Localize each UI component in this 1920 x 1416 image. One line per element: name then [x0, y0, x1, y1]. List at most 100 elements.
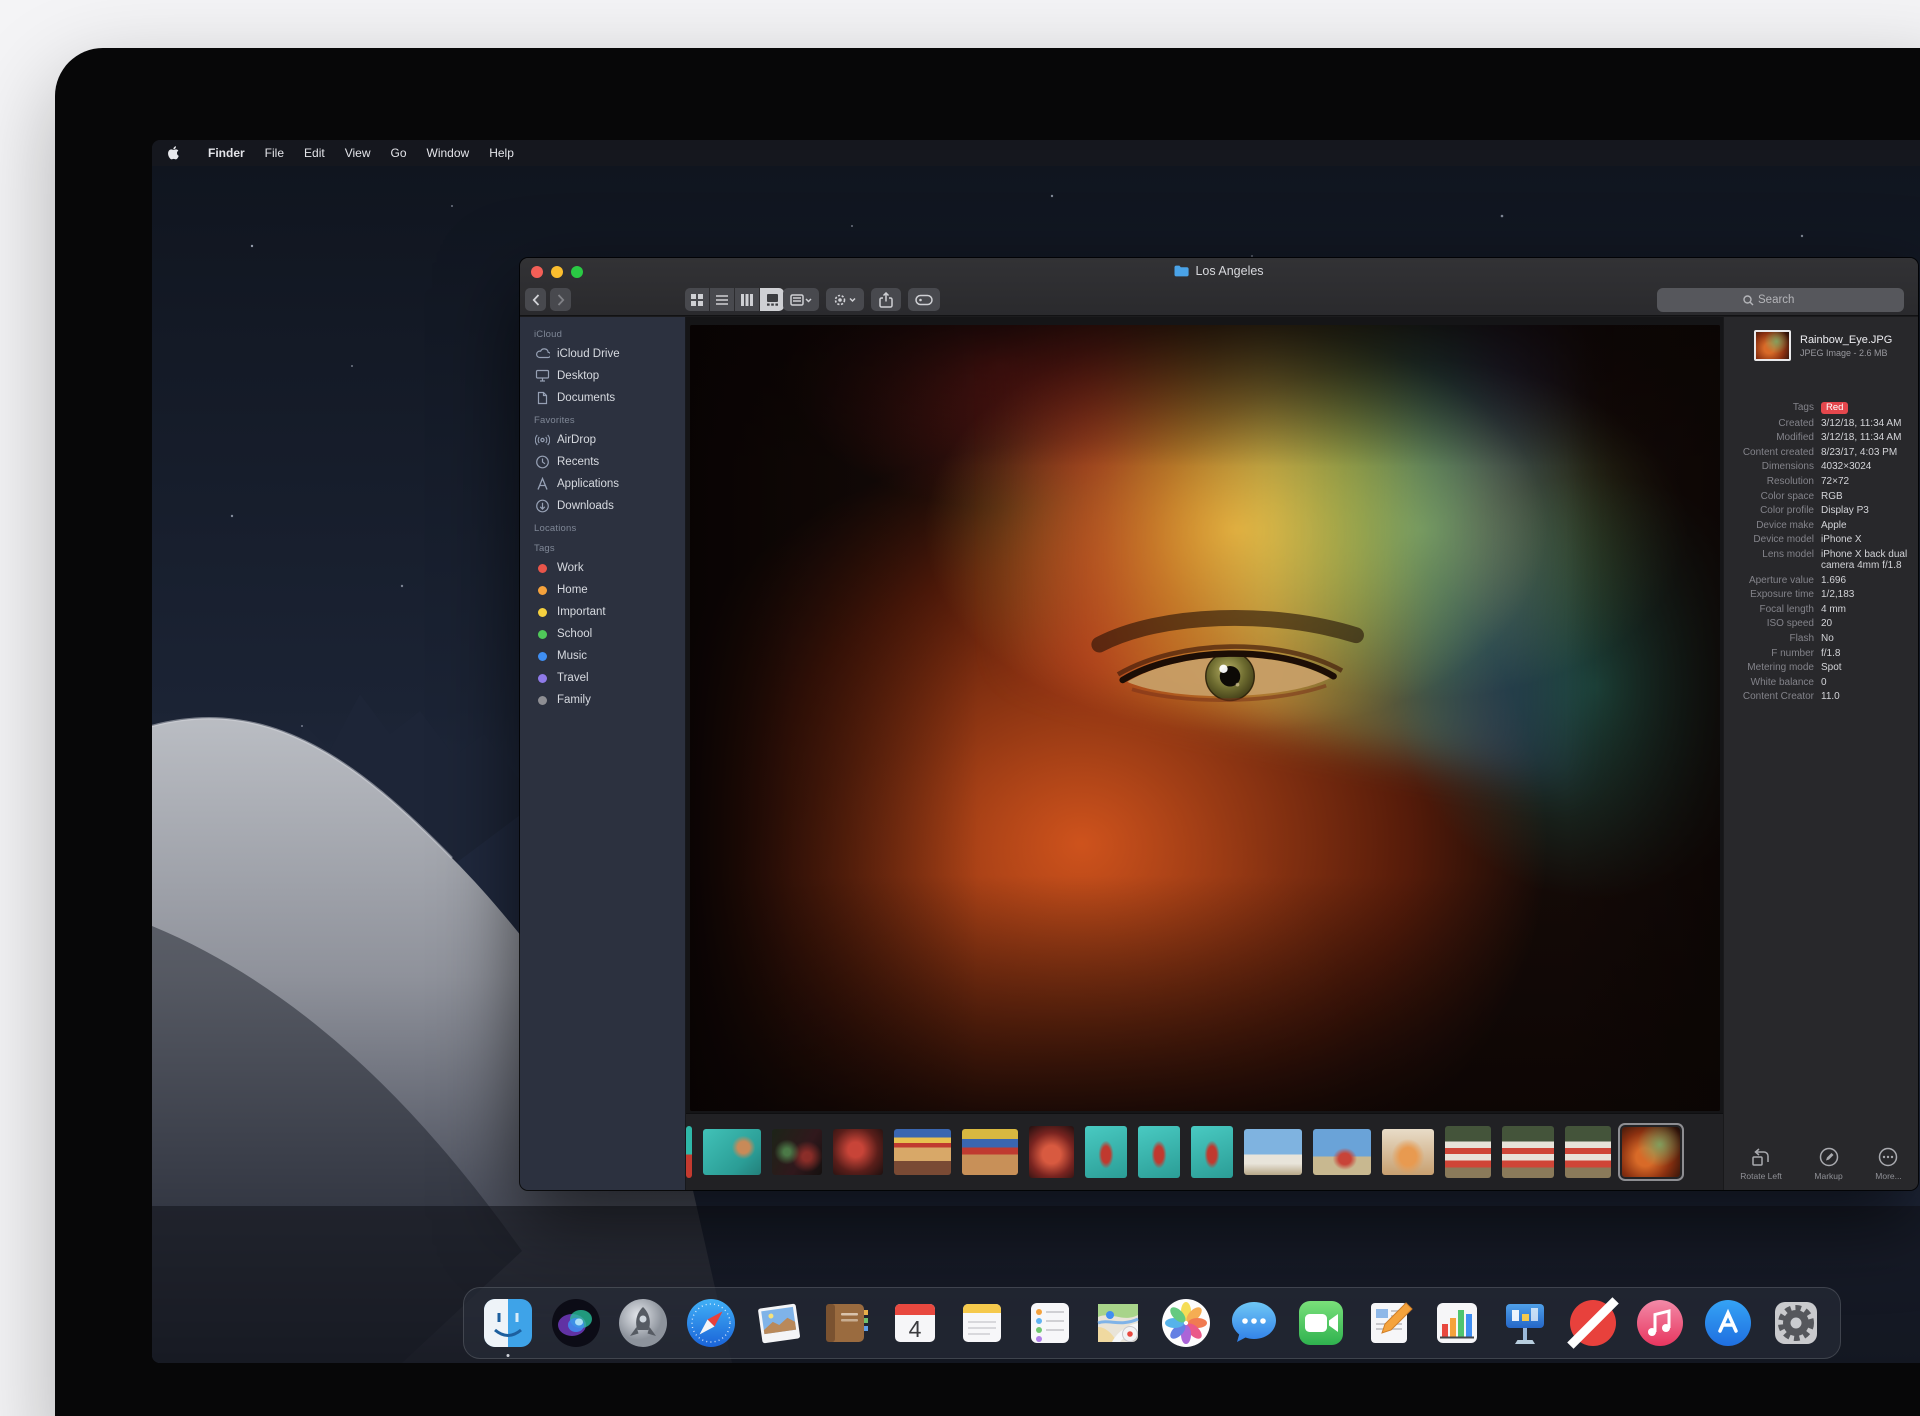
action-more[interactable]: More... [1875, 1146, 1901, 1181]
apple-logo-icon[interactable] [167, 145, 180, 161]
dock-item-itunes[interactable] [1632, 1295, 1688, 1351]
dock-item-notes[interactable] [954, 1295, 1010, 1351]
action-rotate-left[interactable]: Rotate Left [1740, 1146, 1782, 1181]
dock-item-finder[interactable] [480, 1295, 536, 1351]
dock-item-launchpad[interactable] [615, 1295, 671, 1351]
dock-item-contacts[interactable] [819, 1295, 875, 1351]
action-gear-button[interactable] [826, 288, 864, 311]
finder-icon [481, 1296, 535, 1350]
meta-value-dimensions: 4032×3024 [1821, 461, 1914, 472]
menu-view[interactable]: View [335, 146, 381, 160]
meta-value-tags: Red [1821, 402, 1914, 414]
dock-item-siri[interactable] [548, 1295, 604, 1351]
menu-edit[interactable]: Edit [294, 146, 335, 160]
menu-window[interactable]: Window [417, 146, 480, 160]
dock-item-photos[interactable] [1158, 1295, 1214, 1351]
sidebar-item-recents[interactable]: Recents [520, 451, 685, 473]
sidebar-item-label: Recents [557, 456, 599, 468]
window-header[interactable]: Los Angeles [520, 258, 1918, 316]
sidebar-item-music[interactable]: Music [520, 645, 685, 667]
menu-file[interactable]: File [255, 146, 294, 160]
thumbnail[interactable] [962, 1129, 1018, 1175]
search-field[interactable] [1657, 288, 1904, 312]
sidebar-item-documents[interactable]: Documents [520, 387, 685, 409]
sidebar-item-important[interactable]: Important [520, 601, 685, 623]
sidebar-item-icloud-drive[interactable]: iCloud Drive [520, 343, 685, 365]
share-button[interactable] [871, 288, 901, 311]
dock-item-calendar[interactable]: 4 [887, 1295, 943, 1351]
view-gallery-button[interactable] [760, 288, 784, 311]
group-button[interactable] [783, 288, 819, 311]
dock-item-pages[interactable] [1361, 1295, 1417, 1351]
dock-item-messages[interactable] [1226, 1295, 1282, 1351]
dock-item-app-store[interactable] [1700, 1295, 1756, 1351]
thumbnail[interactable] [1502, 1126, 1554, 1178]
thumbnail[interactable] [1085, 1126, 1127, 1178]
sidebar-item-school[interactable]: School [520, 623, 685, 645]
clock-icon [535, 455, 550, 469]
thumbnail[interactable] [1029, 1126, 1074, 1178]
view-list-button[interactable] [710, 288, 734, 311]
menu-help[interactable]: Help [479, 146, 524, 160]
tag-badge[interactable]: Red [1821, 402, 1848, 414]
thumbnail[interactable] [686, 1126, 692, 1178]
thumbnail[interactable] [1445, 1126, 1491, 1178]
dock-item-facetime[interactable] [1293, 1295, 1349, 1351]
menu-go[interactable]: Go [381, 146, 417, 160]
thumbnail[interactable] [833, 1129, 883, 1175]
thumbnail[interactable] [1191, 1126, 1233, 1178]
thumbnail-selected[interactable] [1622, 1127, 1680, 1177]
thumbnail[interactable] [1244, 1129, 1302, 1175]
menu-finder[interactable]: Finder [198, 146, 255, 160]
thumbnail[interactable] [894, 1129, 951, 1175]
dock-item-maps[interactable] [1090, 1295, 1146, 1351]
meta-label-modified: Modified [1724, 432, 1814, 443]
back-button[interactable] [525, 288, 546, 311]
sidebar-item-applications[interactable]: Applications [520, 473, 685, 495]
thumbnail[interactable] [772, 1129, 822, 1175]
messages-icon [1227, 1296, 1281, 1350]
sidebar-item-label: School [557, 628, 592, 640]
gallery-preview-image[interactable] [690, 325, 1720, 1111]
cloud-icon [535, 347, 550, 361]
sidebar-item-family[interactable]: Family [520, 689, 685, 711]
file-info: JPEG Image - 2.6 MB [1800, 348, 1892, 358]
sidebar-item-desktop[interactable]: Desktop [520, 365, 685, 387]
dock-item-reminders[interactable] [1022, 1295, 1078, 1351]
thumbnail[interactable] [703, 1129, 761, 1175]
forward-button[interactable] [550, 288, 571, 311]
meta-value-flash: No [1821, 633, 1914, 644]
window-title: Los Angeles [1195, 264, 1263, 278]
view-icon-button[interactable] [685, 288, 709, 311]
maps-icon [1091, 1296, 1145, 1350]
action-markup[interactable]: Markup [1814, 1146, 1842, 1181]
dock-item-keynote[interactable] [1497, 1295, 1553, 1351]
dock-item-system-preferences[interactable] [1768, 1295, 1824, 1351]
dock-item-safari[interactable] [683, 1295, 739, 1351]
news-icon [1566, 1296, 1620, 1350]
sidebar-item-airdrop[interactable]: AirDrop [520, 429, 685, 451]
dock-item-news[interactable] [1565, 1295, 1621, 1351]
dock-item-numbers[interactable] [1429, 1295, 1485, 1351]
tag-button[interactable] [908, 288, 940, 311]
meta-label-color-profile: Color profile [1724, 505, 1814, 516]
meta-label-resolution: Resolution [1724, 476, 1814, 487]
dock-item-preview[interactable] [751, 1295, 807, 1351]
meta-label-content-created: Content created [1724, 447, 1814, 458]
tag-color-dot [538, 586, 547, 595]
thumbnail[interactable] [1313, 1129, 1371, 1175]
sidebar-item-home[interactable]: Home [520, 579, 685, 601]
eye-graphic [1076, 596, 1375, 736]
action-label: Markup [1814, 1171, 1842, 1181]
meta-label-white-balance: White balance [1724, 677, 1814, 688]
view-column-button[interactable] [735, 288, 759, 311]
sidebar-item-downloads[interactable]: Downloads [520, 495, 685, 517]
sidebar-item-label: iCloud Drive [557, 348, 620, 360]
thumbnail[interactable] [1138, 1126, 1180, 1178]
search-input[interactable] [1758, 294, 1818, 306]
sidebar-item-work[interactable]: Work [520, 557, 685, 579]
sidebar-item-travel[interactable]: Travel [520, 667, 685, 689]
sidebar-item-label: Documents [557, 392, 615, 404]
thumbnail[interactable] [1565, 1126, 1611, 1178]
thumbnail[interactable] [1382, 1129, 1434, 1175]
